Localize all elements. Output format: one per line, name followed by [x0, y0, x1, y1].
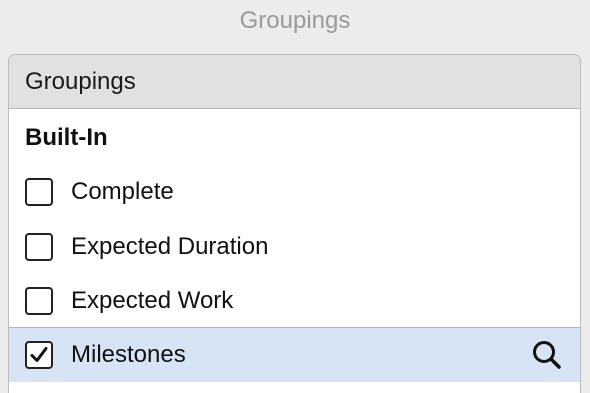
item-label: Expected Work — [71, 286, 234, 314]
search-icon[interactable] — [530, 338, 564, 372]
checkbox-milestones[interactable] — [25, 341, 53, 369]
item-label: Expected Duration — [71, 232, 269, 260]
panel-header: Groupings — [9, 55, 580, 109]
list-item-complete[interactable]: Complete — [9, 164, 580, 219]
item-label: Complete — [71, 177, 174, 205]
list-item-expected-work[interactable]: Expected Work — [9, 273, 580, 328]
checkmark-icon — [30, 347, 48, 362]
window-title: Groupings — [239, 7, 351, 34]
section-heading-built-in: Built-In — [25, 124, 108, 151]
panel-header-label: Groupings — [25, 67, 136, 95]
item-label: Milestones — [71, 341, 186, 368]
list-item-milestones[interactable]: Milestones — [9, 327, 580, 382]
checkbox-complete[interactable] — [25, 177, 53, 206]
groupings-panel: Groupings Built-In Complete Expected Dur… — [8, 54, 581, 393]
list-item-expected-duration[interactable]: Expected Duration — [9, 219, 580, 274]
checkbox-expected-duration[interactable] — [25, 232, 53, 261]
checkbox-expected-work[interactable] — [25, 286, 53, 315]
